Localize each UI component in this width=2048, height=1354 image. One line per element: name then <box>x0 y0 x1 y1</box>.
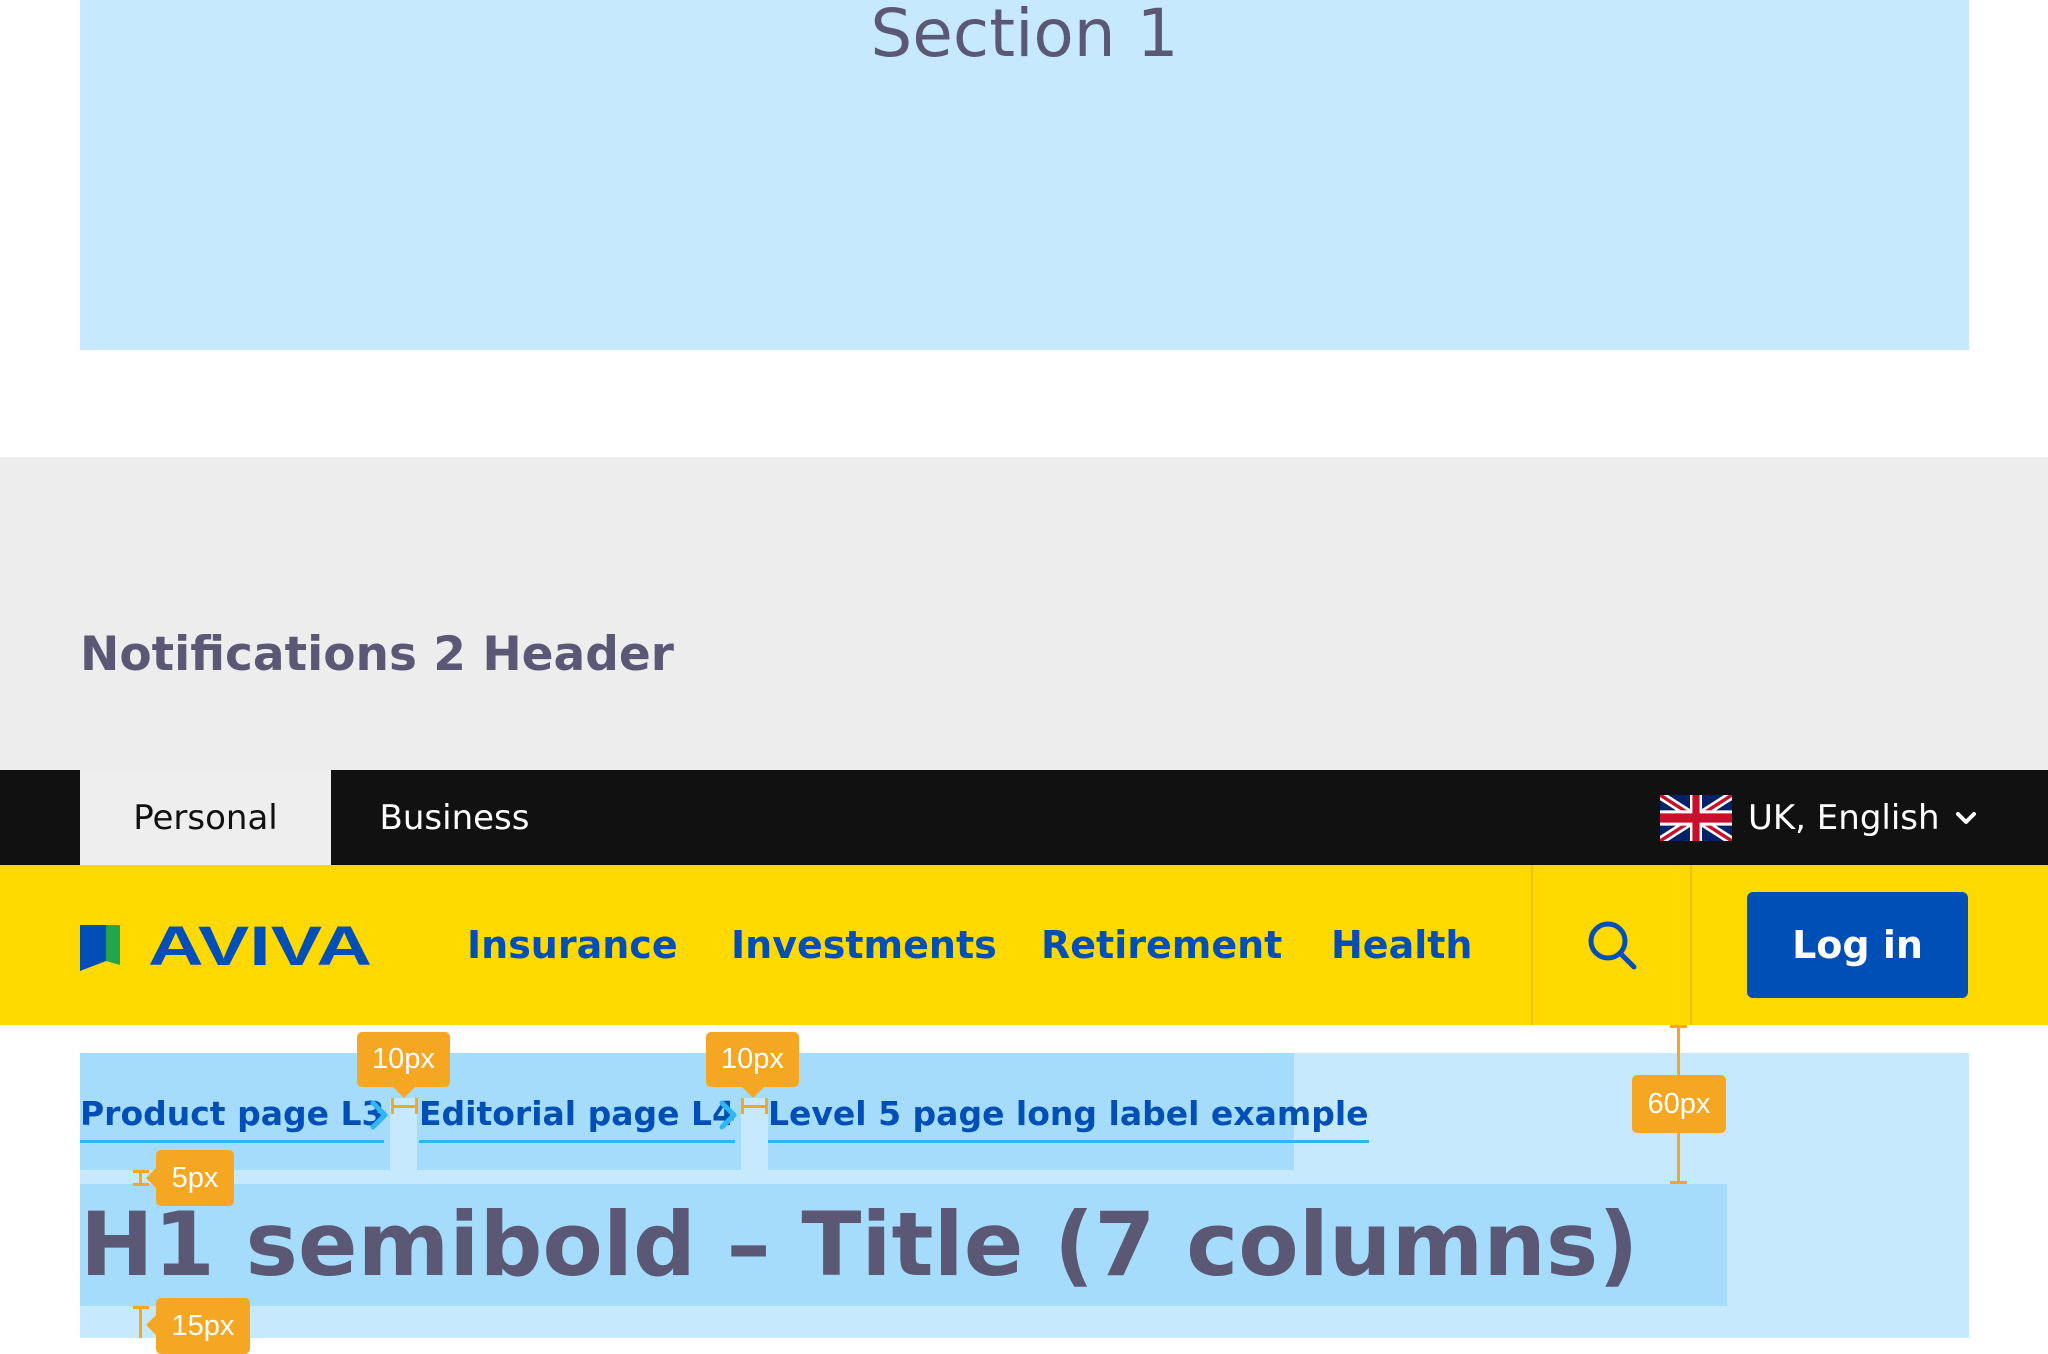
measurement-tag: 15px <box>156 1298 250 1354</box>
measurement-pointer <box>146 1168 156 1188</box>
measurement-tag: 10px <box>357 1032 450 1087</box>
spacing-indicator <box>390 1098 417 1170</box>
measurement-line <box>741 1105 768 1108</box>
measurement-tag: 10px <box>706 1032 799 1087</box>
nav-link-insurance[interactable]: Insurance <box>467 865 678 1025</box>
region-label: UK, English <box>1748 797 1940 838</box>
measurement-pointer <box>742 1087 764 1098</box>
measurement-pointer <box>393 1087 415 1098</box>
region-language-selector[interactable]: UK, English <box>1660 770 1978 865</box>
search-button[interactable] <box>1533 865 1690 1025</box>
nav-link-investments[interactable]: Investments <box>731 865 997 1025</box>
measurement-line <box>1670 1181 1687 1184</box>
main-navigation: AVIVA Insurance Investments Retirement H… <box>0 865 2048 1025</box>
breadcrumb-link[interactable]: Product page L3 <box>80 1088 385 1143</box>
nav-link-retirement[interactable]: Retirement <box>1041 865 1282 1025</box>
breadcrumb-link[interactable]: Editorial page L4 <box>419 1088 735 1143</box>
logo-wordmark: AVIVA <box>148 917 372 973</box>
page-title: H1 semibold – Title (7 columns) <box>80 1193 1639 1296</box>
spacing-indicator <box>741 1098 768 1170</box>
search-icon <box>1588 921 1636 970</box>
login-button[interactable]: Log in <box>1747 892 1968 998</box>
section-1-title: Section 1 <box>870 0 1179 72</box>
measurement-line <box>1670 1025 1687 1028</box>
notifications-header: Notifications 2 Header <box>80 627 674 682</box>
measurement-tag: 5px <box>156 1150 234 1206</box>
section-1-placeholder: Section 1 <box>80 0 1969 350</box>
measurement-tag: 60px <box>1632 1075 1726 1133</box>
measurement-line <box>415 1098 418 1114</box>
nav-divider <box>1690 865 1692 1025</box>
breadcrumb-current[interactable]: Level 5 page long label example <box>768 1088 1369 1143</box>
nav-link-health[interactable]: Health <box>1331 865 1472 1025</box>
measurement-pointer <box>146 1315 156 1335</box>
measurement-line <box>391 1105 418 1108</box>
uk-flag-icon <box>1660 794 1732 841</box>
measurement-line <box>741 1098 744 1114</box>
notifications-band <box>0 457 2048 770</box>
top-bar: Personal Business UK, English <box>0 770 2048 865</box>
measurement-line <box>765 1098 768 1114</box>
measurement-line <box>391 1098 394 1114</box>
chevron-down-icon <box>1955 811 1976 824</box>
tab-personal[interactable]: Personal <box>80 770 331 865</box>
measurement-line <box>139 1306 142 1338</box>
measurement-line <box>139 1170 142 1186</box>
chevron-right-icon <box>719 1100 737 1130</box>
tab-business[interactable]: Business <box>331 770 578 865</box>
chevron-right-icon <box>370 1100 388 1130</box>
aviva-logo[interactable]: AVIVA <box>80 917 375 973</box>
